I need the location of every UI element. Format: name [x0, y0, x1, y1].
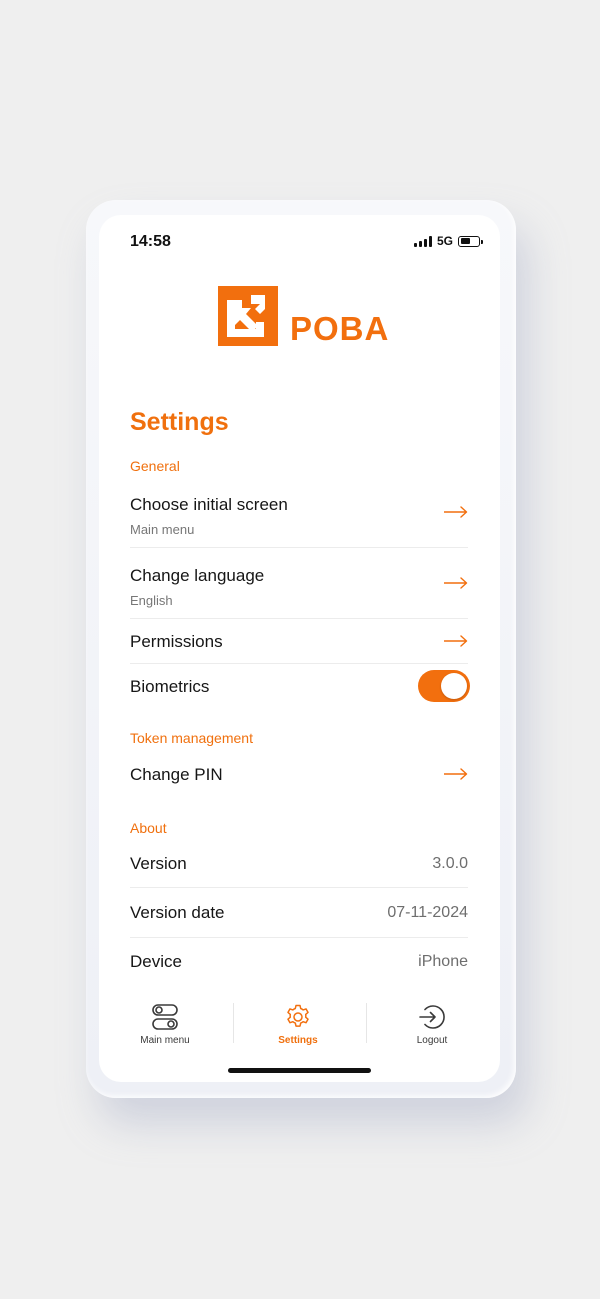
tab-logout[interactable]: Logout — [382, 1003, 482, 1046]
battery-icon — [458, 235, 483, 247]
version-title: Version — [130, 854, 187, 873]
status-indicators: 5G — [413, 234, 483, 248]
version-value: 3.0.0 — [432, 855, 468, 872]
tab-label: Main menu — [140, 1035, 190, 1046]
device-row: Device iPhone — [130, 952, 468, 976]
version-date-row: Version date 07-11-2024 — [130, 903, 468, 927]
change-pin-row[interactable]: Change PIN — [130, 765, 468, 789]
arrow-right-icon — [444, 506, 468, 518]
device-value: iPhone — [418, 953, 468, 970]
arrow-right-icon — [444, 768, 468, 780]
permissions-title: Permissions — [130, 632, 223, 651]
section-label-token: Token management — [130, 730, 253, 746]
divider — [130, 937, 468, 938]
initial-screen-value: Main menu — [130, 522, 195, 537]
logout-icon — [419, 1005, 445, 1029]
device-title: Device — [130, 952, 182, 971]
poba-logo-icon — [218, 286, 278, 346]
network-label: 5G — [436, 234, 453, 248]
language-row[interactable]: Change language English — [130, 566, 468, 618]
section-label-general: General — [130, 458, 180, 474]
tab-separator — [233, 1003, 234, 1043]
arrow-right-icon — [444, 635, 468, 647]
tab-label: Logout — [416, 1035, 448, 1046]
tab-label: Settings — [278, 1035, 318, 1046]
status-time: 14:58 — [130, 233, 171, 250]
app-logo: POBA — [218, 286, 389, 346]
version-date-title: Version date — [130, 903, 225, 922]
toggle-knob — [441, 673, 467, 699]
version-date-value: 07-11-2024 — [387, 904, 468, 921]
initial-screen-title: Choose initial screen — [130, 495, 288, 514]
divider — [130, 618, 468, 619]
phone-screen: 14:58 5G POBA Settings General Choose in… — [99, 215, 500, 1082]
tab-bar: Main menu Settings Logout — [99, 995, 500, 1055]
biometrics-title: Biometrics — [130, 677, 210, 696]
section-label-about: About — [130, 820, 167, 836]
tab-settings[interactable]: Settings — [248, 1003, 348, 1046]
tab-separator — [366, 1003, 367, 1043]
home-indicator — [228, 1068, 371, 1073]
page-title: Settings — [130, 408, 229, 436]
divider — [130, 887, 468, 888]
gear-icon — [287, 1004, 309, 1027]
battery-fill — [460, 238, 470, 244]
initial-screen-row[interactable]: Choose initial screen Main menu — [130, 495, 468, 547]
language-value: English — [130, 593, 173, 608]
permissions-row[interactable]: Permissions — [130, 632, 468, 656]
toggles-icon — [152, 1004, 178, 1030]
logo-text: POBA — [290, 310, 390, 347]
version-row: Version 3.0.0 — [130, 854, 468, 878]
signal-icon — [413, 235, 432, 247]
language-title: Change language — [130, 566, 265, 585]
phone-frame: 14:58 5G POBA Settings General Choose in… — [86, 200, 516, 1098]
arrow-right-icon — [444, 577, 468, 589]
divider — [130, 547, 468, 548]
divider — [130, 663, 468, 664]
tab-main-menu[interactable]: Main menu — [115, 1003, 215, 1046]
change-pin-title: Change PIN — [130, 765, 223, 784]
biometrics-toggle[interactable] — [418, 670, 470, 702]
biometrics-row: Biometrics — [130, 670, 470, 702]
